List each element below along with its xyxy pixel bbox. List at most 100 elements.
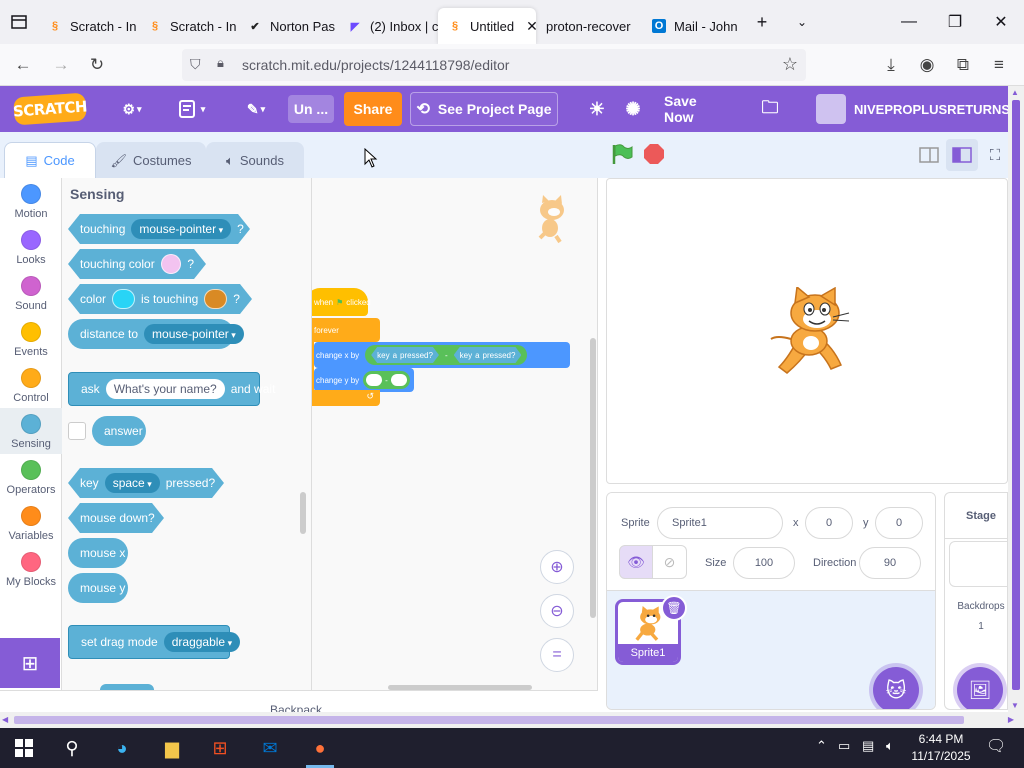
subtract-operator-empty[interactable]: -	[363, 371, 410, 389]
script-forever[interactable]: forever	[312, 318, 380, 342]
block-key-pressed[interactable]: key space pressed?	[68, 468, 224, 498]
taskbar-clock[interactable]: 6:44 PM 11/17/2025	[906, 731, 976, 765]
category-events[interactable]: Events	[0, 322, 62, 368]
sprite-name-input[interactable]: Sprite1	[657, 507, 783, 539]
save-now-button[interactable]: Save Now	[664, 86, 730, 132]
share-button[interactable]: Share	[344, 92, 402, 126]
key-dropdown[interactable]: space	[105, 473, 160, 493]
reload-icon[interactable]: ↻	[84, 52, 110, 78]
forward-icon[interactable]: →	[48, 52, 74, 78]
answer-monitor-checkbox[interactable]	[68, 422, 86, 440]
minimize-icon[interactable]: —	[886, 0, 932, 44]
volume-icon[interactable]: 🔈︎	[886, 738, 894, 754]
edge-browser-icon[interactable]: ◕	[98, 728, 146, 768]
settings-gear-icon[interactable]: ⚙ ▾	[112, 86, 152, 132]
shield-icon[interactable]: ⛉	[190, 56, 201, 73]
operand-slot[interactable]	[390, 374, 407, 386]
firefox-icon[interactable]: ●	[296, 728, 344, 768]
browser-tab[interactable]: ✔ Norton Pas	[238, 8, 338, 44]
stop-sign-icon[interactable]	[644, 144, 664, 164]
direction-input[interactable]: 90	[859, 547, 921, 579]
block-set-drag-mode[interactable]: set drag mode draggable	[68, 625, 241, 659]
windows-start-icon[interactable]	[0, 728, 48, 768]
normal-stage-icon[interactable]	[946, 139, 978, 171]
menu-icon[interactable]: ≡	[986, 52, 1012, 78]
tab-code[interactable]: ▤ Code	[4, 142, 96, 178]
block-color-is-touching[interactable]: color is touching ?	[68, 284, 252, 314]
category-my-blocks[interactable]: My Blocks	[0, 552, 62, 598]
browser-tab[interactable]: § Scratch - In	[138, 8, 238, 44]
ask-prompt-input[interactable]: What's your name?	[105, 379, 225, 399]
show-hidden-icons-chevron-icon[interactable]: ⌃	[816, 738, 827, 754]
key-a-pressed-block[interactable]: key a pressed?	[371, 347, 439, 363]
category-operators[interactable]: Operators	[0, 460, 62, 506]
browser-tab[interactable]: O Mail - John	[642, 8, 742, 44]
touching-target-dropdown[interactable]: mouse-pointer	[131, 219, 231, 239]
file-explorer-icon[interactable]: ▆	[148, 728, 196, 768]
outlook-taskbar-icon[interactable]: ✉	[246, 728, 294, 768]
block-touching[interactable]: touching mouse-pointer ?	[68, 214, 250, 244]
green-flag-icon[interactable]	[611, 143, 633, 165]
browser-tab-active[interactable]: § Untitled ✕	[438, 8, 536, 44]
sprite-cat-on-stage[interactable]	[769, 287, 855, 377]
page-horizontal-scrollbar[interactable]: ◀ ▶	[0, 712, 1024, 728]
back-icon[interactable]: ←	[10, 52, 36, 78]
key-a-pressed-block[interactable]: key a pressed?	[454, 347, 522, 363]
scratch-logo[interactable]: SCRATCH	[12, 92, 88, 126]
downloads-icon[interactable]: ⤓	[878, 52, 904, 78]
my-stuff-folder-icon[interactable]: 🗀︎	[756, 86, 784, 132]
color-swatch-orange[interactable]	[204, 289, 227, 309]
category-variables[interactable]: Variables	[0, 506, 62, 552]
search-icon[interactable]: ⚲	[48, 728, 96, 768]
tab-costumes[interactable]: 🖌︎ Costumes	[96, 142, 206, 178]
block-mouse-down[interactable]: mouse down?	[68, 503, 164, 533]
x-position-input[interactable]: 0	[805, 507, 853, 539]
choose-backdrop-image-icon[interactable]: 🖼︎	[957, 667, 1003, 709]
bookmark-star-icon[interactable]: ☆	[782, 54, 798, 75]
scroll-down-arrow-icon[interactable]: ▼	[1011, 701, 1019, 710]
close-window-icon[interactable]: ✕	[978, 0, 1024, 44]
avatar[interactable]	[816, 94, 846, 124]
choose-sprite-cat-icon[interactable]: 🐱︎	[873, 667, 919, 709]
stage-thumbnail[interactable]	[949, 541, 1007, 587]
category-looks[interactable]: Looks	[0, 230, 62, 276]
backpack-header[interactable]: Backpack	[0, 690, 598, 717]
zoom-in-icon[interactable]: ⊕	[540, 550, 574, 584]
debug-gear-icon[interactable]: ✺	[620, 86, 646, 132]
notifications-icon[interactable]: 🗨︎	[986, 736, 1006, 756]
operand-slot[interactable]	[366, 374, 383, 386]
username-menu[interactable]: NIVEPROPLUSRETURNS	[854, 86, 1010, 132]
zoom-reset-icon[interactable]: =	[540, 638, 574, 672]
subtract-operator-block[interactable]: key a pressed? - key a pressed?	[365, 345, 528, 365]
block-ask-and-wait[interactable]: ask What's your name? and wait	[68, 372, 275, 406]
block-mouse-x[interactable]: mouse x	[68, 538, 128, 568]
stage-selector[interactable]: Stage Backdrops 1 🖼︎	[944, 492, 1008, 710]
vertical-scroll-thumb[interactable]	[1012, 100, 1020, 690]
category-sensing[interactable]: Sensing	[0, 408, 62, 454]
theme-bulb-icon[interactable]: ☀	[584, 86, 610, 132]
block-answer[interactable]: answer	[92, 416, 146, 446]
show-sprite-eye-icon[interactable]: 👁︎	[619, 545, 653, 579]
script-change-x-by[interactable]: change x by key a pressed? - key a press…	[314, 342, 570, 368]
list-tabs-chevron-icon[interactable]: ⌄	[782, 0, 822, 44]
scroll-left-arrow-icon[interactable]: ◀	[2, 715, 8, 724]
scroll-right-arrow-icon[interactable]: ▶	[1008, 715, 1014, 724]
stage-canvas[interactable]	[606, 178, 1008, 484]
microsoft-store-icon[interactable]: ⊞	[196, 728, 244, 768]
meet-now-icon[interactable]: ▭	[838, 738, 850, 754]
script-when-flag-clicked[interactable]: when ⚑ clicked	[312, 288, 371, 316]
palette-scrollbar[interactable]	[300, 492, 306, 534]
tab-manager-icon[interactable]	[0, 0, 38, 44]
see-project-page-button[interactable]: ⟲ See Project Page	[410, 92, 558, 126]
tab-sounds[interactable]: 🔈︎ Sounds	[206, 142, 304, 178]
zoom-out-icon[interactable]: ⊖	[540, 594, 574, 628]
account-icon[interactable]: ◉	[914, 52, 940, 78]
scroll-up-arrow-icon[interactable]: ▲	[1011, 88, 1019, 97]
block-distance-to[interactable]: distance to mouse-pointer	[68, 319, 244, 349]
block-mouse-y[interactable]: mouse y	[68, 573, 128, 603]
script-area[interactable]: when ⚑ clicked forever change x by key a…	[312, 178, 598, 690]
close-tab-icon[interactable]: ✕	[526, 18, 536, 35]
file-menu-icon[interactable]: ▾	[172, 86, 212, 132]
color-swatch-pink[interactable]	[161, 254, 182, 274]
small-stage-icon[interactable]	[913, 139, 945, 171]
